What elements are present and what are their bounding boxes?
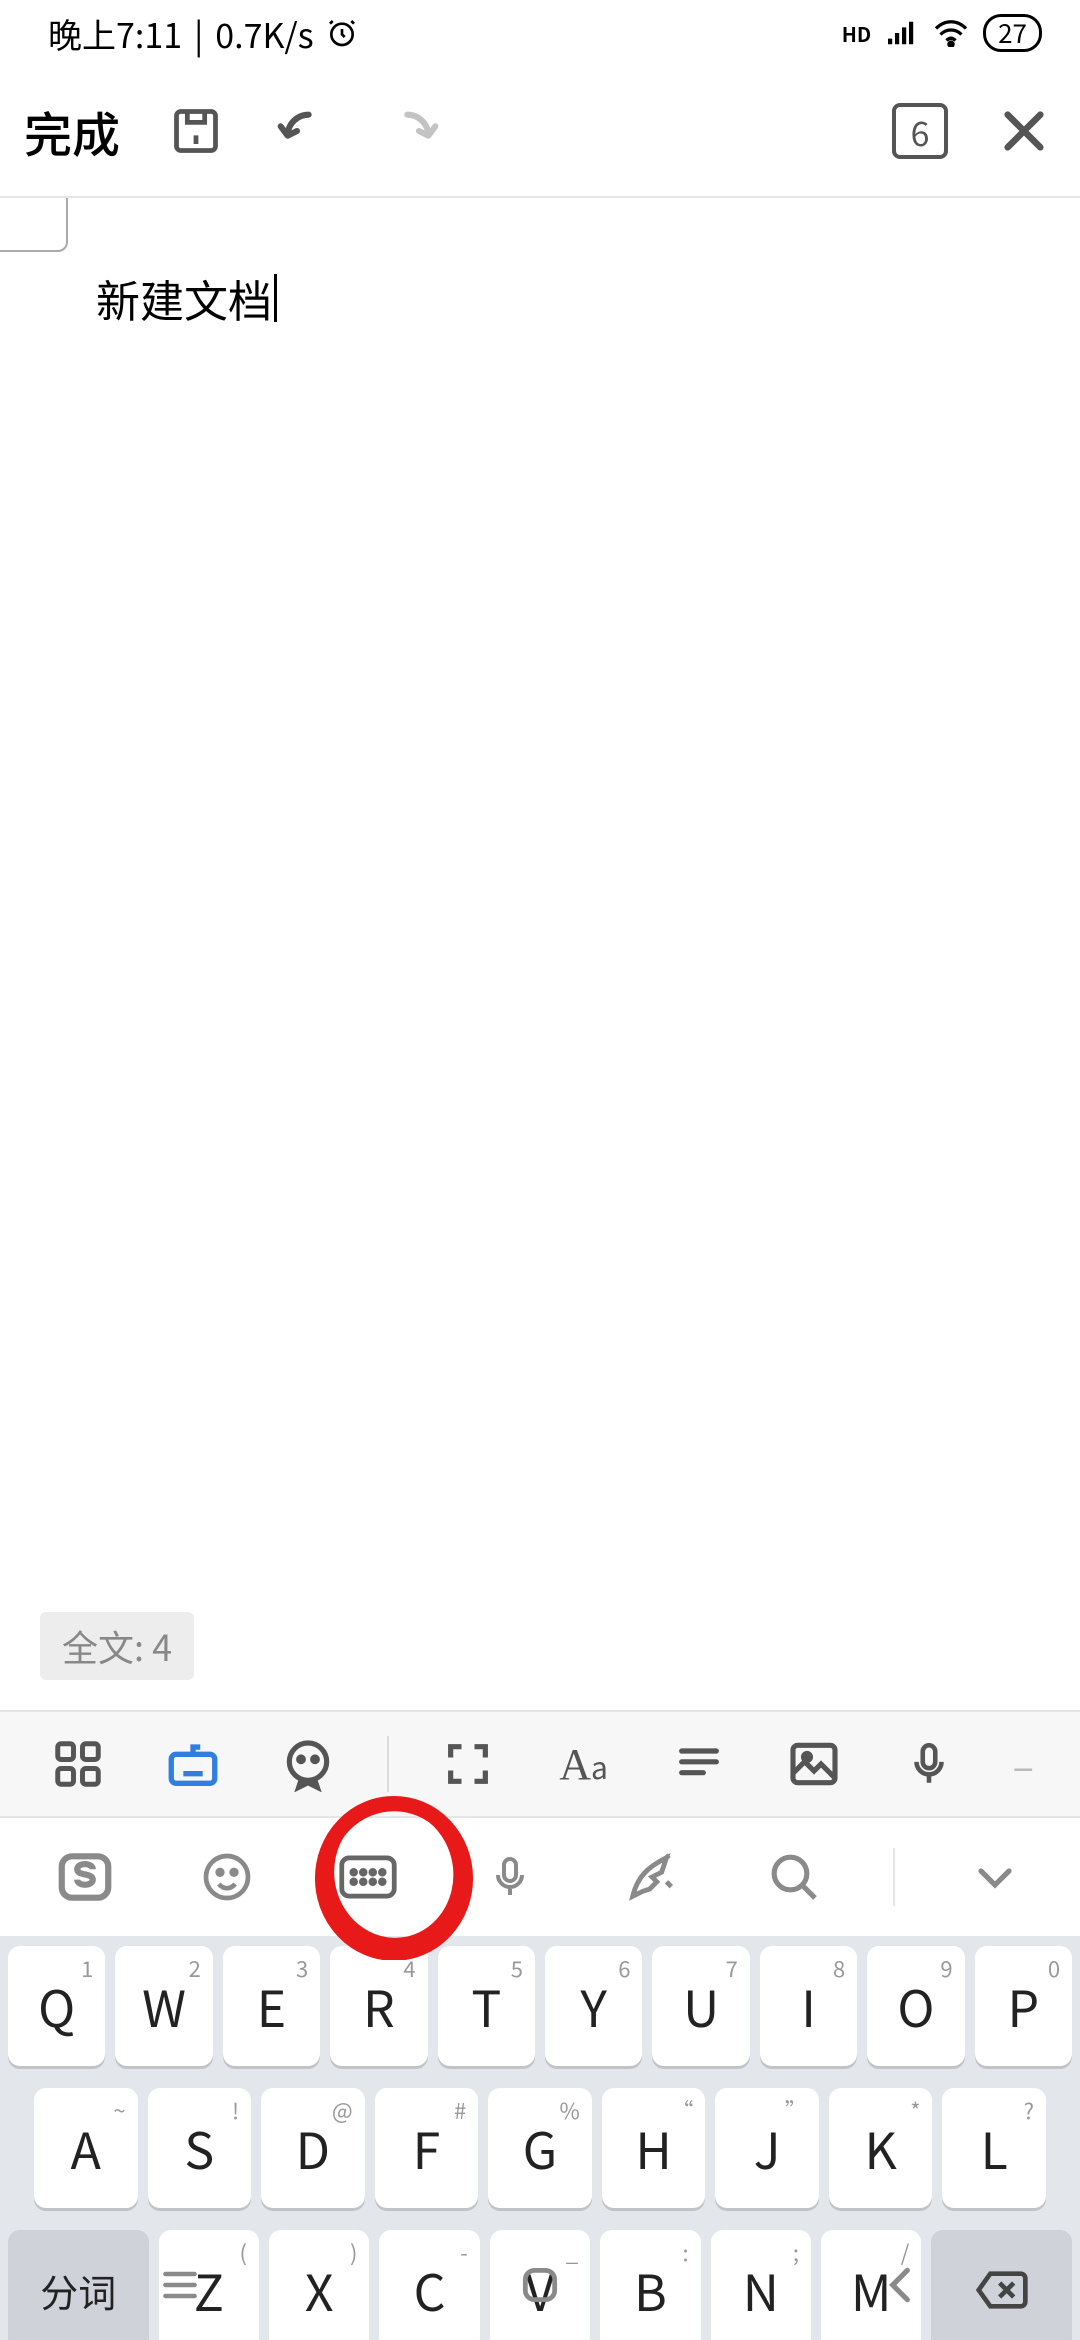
panel-icon[interactable]	[42, 1728, 114, 1800]
app-toolbar: 完成 6	[0, 66, 1080, 198]
signal-icon	[885, 19, 919, 47]
font-icon[interactable]: Aa	[548, 1728, 620, 1800]
document-canvas[interactable]: 新建文档 全文: 4	[0, 198, 1080, 1710]
system-nav-bar	[0, 2230, 1080, 2340]
done-button[interactable]: 完成	[24, 96, 120, 166]
divider	[387, 1736, 389, 1792]
key-r[interactable]: 4R	[330, 1946, 427, 2066]
close-button[interactable]	[992, 99, 1056, 163]
undo-button[interactable]	[272, 99, 336, 163]
battery-indicator: 27	[983, 14, 1042, 52]
key-w[interactable]: 2W	[115, 1946, 212, 2066]
paragraph-icon[interactable]	[663, 1728, 735, 1800]
keyboard-icon[interactable]	[157, 1728, 229, 1800]
key-f[interactable]: #F	[375, 2088, 479, 2208]
key-u[interactable]: 7U	[652, 1946, 749, 2066]
text-caret	[274, 274, 277, 322]
image-icon[interactable]	[778, 1728, 850, 1800]
key-h[interactable]: “H	[602, 2088, 706, 2208]
status-time: 晚上7:11	[48, 9, 182, 58]
key-j[interactable]: ”J	[715, 2088, 819, 2208]
sogou-logo-icon[interactable]	[43, 1835, 127, 1919]
page-count-button[interactable]: 6	[892, 103, 948, 159]
ruler-stub	[0, 198, 68, 252]
key-p[interactable]: 0P	[975, 1946, 1072, 2066]
keyboard-layout-icon[interactable]	[326, 1835, 410, 1919]
voice-input-icon[interactable]	[468, 1835, 552, 1919]
key-a[interactable]: ~A	[34, 2088, 138, 2208]
status-bar: 晚上7:11 | 0.7K/s HD 27	[0, 0, 1080, 66]
key-t[interactable]: 5T	[438, 1946, 535, 2066]
divider	[893, 1848, 895, 1906]
key-d[interactable]: @D	[261, 2088, 365, 2208]
back-button[interactable]	[870, 2255, 930, 2315]
word-count-badge[interactable]: 全文: 4	[40, 1612, 194, 1680]
quill-icon[interactable]	[610, 1835, 694, 1919]
status-sep: |	[194, 9, 203, 58]
key-s[interactable]: !S	[148, 2088, 252, 2208]
key-i[interactable]: 8I	[760, 1946, 857, 2066]
ime-toolbar	[0, 1818, 1080, 1936]
alarm-icon	[326, 17, 358, 49]
status-net-speed: 0.7K/s	[215, 9, 313, 58]
fullscreen-icon[interactable]	[432, 1728, 504, 1800]
voice-icon[interactable]	[893, 1728, 965, 1800]
recent-apps-button[interactable]	[150, 2255, 210, 2315]
more-icon[interactable]: –	[1008, 1728, 1038, 1800]
key-y[interactable]: 6Y	[545, 1946, 642, 2066]
emoji-icon[interactable]	[185, 1835, 269, 1919]
wifi-icon	[933, 19, 969, 47]
key-g[interactable]: %G	[488, 2088, 592, 2208]
key-l[interactable]: ?L	[942, 2088, 1046, 2208]
save-button[interactable]	[164, 99, 228, 163]
edit-toolbar: Aa –	[0, 1710, 1080, 1818]
document-text[interactable]: 新建文档	[96, 266, 277, 330]
home-button[interactable]	[510, 2255, 570, 2315]
assistant-icon[interactable]	[272, 1728, 344, 1800]
key-q[interactable]: 1Q	[8, 1946, 105, 2066]
search-icon[interactable]	[752, 1835, 836, 1919]
key-k[interactable]: *K	[829, 2088, 933, 2208]
key-o[interactable]: 9O	[867, 1946, 964, 2066]
key-e[interactable]: 3E	[223, 1946, 320, 2066]
hd-icon: HD	[842, 19, 871, 48]
redo-button[interactable]	[380, 99, 444, 163]
collapse-keyboard-icon[interactable]	[953, 1835, 1037, 1919]
